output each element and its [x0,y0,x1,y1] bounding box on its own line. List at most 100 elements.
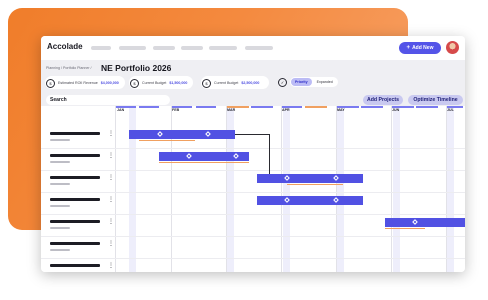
breadcrumb[interactable]: Planning / Portfolio Planner / [46,66,92,70]
gantt-bar[interactable] [257,174,363,185]
dollar-icon: $ [46,78,55,88]
row-title [50,242,100,245]
column-divider [115,106,116,272]
month-strip [251,106,273,108]
search-input[interactable]: Search [46,95,170,105]
row-divider [41,214,465,215]
toggle-expanded[interactable]: Expanded [313,78,337,86]
row-divider [41,192,465,193]
month-strip [305,106,327,108]
month-strip [139,106,159,108]
kpi-current-budget-1: $ Current Budget $1,500,000 [130,77,187,89]
bar-accent-line [159,161,249,163]
row-subtitle [50,183,70,185]
row-subtitle [50,227,70,229]
top-navigation-bar: Accolade + Add New [41,36,465,61]
month-label-apr: APR [282,108,290,112]
gantt-bar[interactable] [129,130,235,141]
kpi-label: Current Budget [214,81,239,85]
row-divider [41,258,465,259]
view-toggle: ✓ Priority Expanded [278,77,338,87]
optimize-timeline-button[interactable]: Optimize Timeline [408,95,463,105]
gantt-bar[interactable] [385,218,465,229]
row-divider [41,236,465,237]
app-window: Accolade + Add New Planning / Portfolio … [41,36,465,272]
gantt-bar[interactable] [159,152,249,163]
dollar-icon: $ [202,78,211,88]
milestone-diamond-icon[interactable] [412,219,418,225]
column-divider [281,106,282,272]
month-strip [196,106,216,108]
month-label-may: MAY [337,108,345,112]
kpi-current-budget-2: $ Current Budget $2,500,000 [202,77,259,89]
milestone-diamond-icon[interactable] [333,197,339,203]
milestone-diamond-icon[interactable] [186,153,192,159]
column-divider [391,106,392,272]
column-divider [336,106,337,272]
more-options-icon[interactable]: ⋮ [108,263,114,269]
row-title [50,198,100,201]
more-options-icon[interactable]: ⋮ [108,131,114,137]
milestone-diamond-icon[interactable] [157,131,163,137]
month-strip [361,106,383,108]
week-highlight [447,106,454,272]
plus-icon: + [406,45,411,51]
month-label-jun: JUN [392,108,400,112]
add-new-label: Add New [412,45,434,51]
app-logo: Accolade [47,42,83,51]
kpi-roii-revenue: $ Estimated ROII Revenue $4,000,000 [46,77,119,89]
month-strip [416,106,438,108]
add-projects-button[interactable]: Add Projects [363,95,403,105]
month-label-jan: JAN [117,108,125,112]
milestone-diamond-icon[interactable] [205,131,211,137]
month-label-jul: JUL [447,108,454,112]
milestone-diamond-icon[interactable] [284,175,290,181]
kpi-value: $1,500,000 [169,81,188,85]
kpi-value: $2,500,000 [241,81,260,85]
row-subtitle [50,161,70,163]
milestone-diamond-icon[interactable] [233,153,239,159]
page-title: NE Portfolio 2026 [101,63,172,73]
user-avatar[interactable] [446,41,459,54]
more-options-icon[interactable]: ⋮ [108,241,114,247]
column-divider [446,106,447,272]
milestone-diamond-icon[interactable] [333,175,339,181]
nav-item-4[interactable] [181,46,203,50]
week-highlight [283,106,290,272]
nav-item-6[interactable] [245,46,273,50]
kpi-label: Current Budget [142,81,167,85]
more-options-icon[interactable]: ⋮ [108,153,114,159]
nav-item-2[interactable] [119,46,146,50]
month-label-mar: MAR [227,108,236,112]
month-label-feb: FEB [172,108,180,112]
row-title [50,220,100,223]
bar-accent-line [385,227,425,229]
row-subtitle [50,139,70,141]
gantt-bar[interactable] [257,196,363,205]
row-subtitle [50,205,70,207]
more-options-icon[interactable]: ⋮ [108,197,114,203]
row-title [50,132,100,135]
more-options-icon[interactable]: ⋮ [108,175,114,181]
row-title [50,176,100,179]
nav-item-1[interactable] [91,46,111,50]
row-subtitle [50,249,70,251]
week-highlight [337,106,344,272]
timeline-grid [41,106,465,272]
bar-accent-line [139,139,195,141]
dollar-icon: $ [130,78,139,88]
nav-item-3[interactable] [153,46,175,50]
more-options-icon[interactable]: ⋮ [108,219,114,225]
check-icon: ✓ [278,77,287,87]
bar-accent-line [287,183,343,185]
toggle-priority[interactable]: Priority [291,78,312,86]
milestone-diamond-icon[interactable] [284,197,290,203]
kpi-label: Estimated ROII Revenue [58,81,98,85]
add-new-button[interactable]: + Add New [399,42,441,54]
row-title [50,154,100,157]
view-segmented-control: Priority Expanded [290,77,338,87]
week-highlight [393,106,400,272]
kpi-value: $4,000,000 [100,81,119,85]
nav-item-5[interactable] [209,46,237,50]
row-title [50,264,100,267]
